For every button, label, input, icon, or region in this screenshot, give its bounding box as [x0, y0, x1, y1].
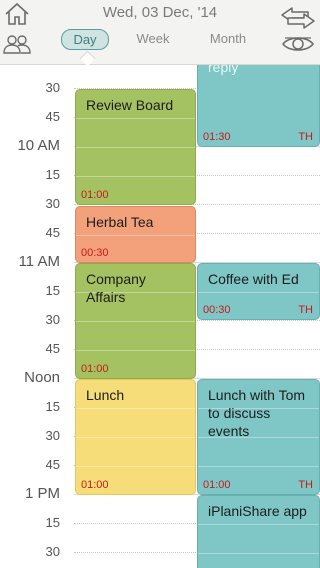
time-label: 15 — [45, 515, 60, 530]
event-duration: 00:30 — [203, 304, 231, 316]
tab-day[interactable]: Day — [61, 29, 109, 50]
event-company-affairs[interactable]: Company Affairs 01:00 — [75, 263, 196, 379]
event-duration: 01:00 — [81, 363, 109, 375]
tab-caret — [79, 50, 96, 67]
event-flag: TH — [298, 304, 313, 316]
time-label: 15 — [45, 283, 60, 298]
time-label: 30 — [45, 196, 60, 211]
time-label: 30 — [45, 312, 60, 327]
header-bar: Wed, 03 Dec, '14 Day Week Month — [0, 0, 320, 67]
day-grid[interactable]: 30 45 10 AM 15 30 45 11 AM 15 30 45 Noon… — [0, 65, 320, 568]
time-label: Noon — [24, 369, 60, 386]
event-title: iPlaniShare app — [208, 503, 307, 519]
time-label: 15 — [45, 167, 60, 182]
event-title: Review Board — [86, 97, 174, 113]
time-label: 11 AM — [18, 253, 60, 270]
event-duration: 01:30 — [203, 131, 231, 143]
people-icon[interactable] — [3, 34, 31, 54]
time-label: 30 — [45, 428, 60, 443]
event-title: Lunch with Tom to discuss events — [208, 387, 306, 439]
event-title: reply — [208, 65, 239, 75]
tab-month[interactable]: Month — [200, 29, 256, 48]
event-herbal-tea[interactable]: Herbal Tea 00:30 — [75, 206, 196, 263]
event-duration: 01:00 — [81, 189, 109, 201]
time-label: 45 — [45, 109, 60, 124]
event-duration: 01:00 — [203, 479, 231, 491]
event-title: Herbal Tea — [86, 214, 154, 230]
event-reply[interactable]: reply 01:30 TH — [197, 65, 320, 147]
time-label: 10 AM — [17, 137, 60, 154]
swap-arrows-icon[interactable] — [280, 6, 316, 30]
event-review-board[interactable]: Review Board 01:00 — [75, 89, 196, 205]
event-title: Coffee with Ed — [208, 271, 299, 287]
event-lunch-with-tom[interactable]: Lunch with Tom to discuss events 01:00 T… — [197, 379, 320, 495]
event-duration: 01:00 — [81, 479, 109, 491]
time-label: 45 — [45, 341, 60, 356]
time-label: 30 — [45, 80, 60, 95]
time-label: 30 — [45, 544, 60, 559]
event-title: Company Affairs — [86, 271, 146, 305]
date-title: Wed, 03 Dec, '14 — [102, 4, 218, 21]
event-title: Lunch — [86, 387, 125, 403]
eye-icon[interactable] — [281, 34, 315, 54]
time-label: 15 — [45, 399, 60, 414]
event-duration: 00:30 — [81, 247, 109, 259]
time-label: 45 — [45, 225, 60, 240]
event-flag: TH — [298, 131, 313, 143]
event-lunch[interactable]: Lunch 01:00 — [75, 379, 196, 495]
event-flag: TH — [298, 479, 313, 491]
home-icon[interactable] — [4, 2, 30, 26]
event-iplanishare-app[interactable]: iPlaniShare app — [197, 495, 320, 568]
time-label: 1 PM — [24, 485, 60, 502]
event-coffee-with-ed[interactable]: Coffee with Ed 00:30 TH — [197, 263, 320, 320]
time-label: 45 — [45, 457, 60, 472]
tab-week[interactable]: Week — [128, 29, 178, 48]
